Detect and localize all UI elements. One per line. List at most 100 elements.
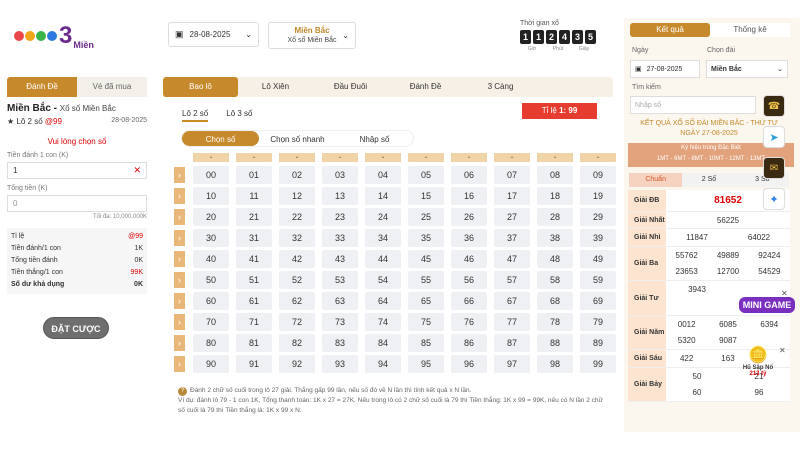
mini-game-widget[interactable]: MINI GAME — [739, 297, 795, 342]
result-date-input[interactable]: ▣ 27-08-2025 — [630, 60, 700, 78]
tab-bet-type[interactable]: Đầu Đuôi — [313, 77, 388, 97]
row-select-icon[interactable]: › — [174, 314, 185, 330]
column-select-icon[interactable]: ⌄ — [494, 153, 530, 162]
number-cell[interactable]: 92 — [279, 355, 315, 373]
row-select-icon[interactable]: › — [174, 251, 185, 267]
row-select-icon[interactable]: › — [174, 335, 185, 351]
number-cell[interactable]: 34 — [365, 229, 401, 247]
number-cell[interactable]: 01 — [236, 166, 272, 184]
place-bet-button[interactable]: ĐẶT CƯỢC — [43, 317, 109, 339]
number-cell[interactable]: 44 — [365, 250, 401, 268]
number-cell[interactable]: 33 — [322, 229, 358, 247]
number-cell[interactable]: 82 — [279, 334, 315, 352]
number-cell[interactable]: 81 — [236, 334, 272, 352]
number-cell[interactable]: 36 — [451, 229, 487, 247]
number-cell[interactable]: 73 — [322, 313, 358, 331]
number-cell[interactable]: 96 — [451, 355, 487, 373]
number-cell[interactable]: 25 — [408, 208, 444, 226]
number-cell[interactable]: 17 — [494, 187, 530, 205]
number-cell[interactable]: 91 — [236, 355, 272, 373]
number-cell[interactable]: 04 — [365, 166, 401, 184]
messenger-icon[interactable]: ✦ — [763, 188, 785, 210]
number-cell[interactable]: 23 — [322, 208, 358, 226]
number-cell[interactable]: 88 — [537, 334, 573, 352]
amount-input[interactable]: 1 ✕ — [7, 162, 147, 179]
number-cell[interactable]: 62 — [279, 292, 315, 310]
number-cell[interactable]: 98 — [537, 355, 573, 373]
column-select-icon[interactable]: ⌄ — [451, 153, 487, 162]
number-cell[interactable]: 90 — [193, 355, 229, 373]
number-cell[interactable]: 63 — [322, 292, 358, 310]
number-cell[interactable]: 97 — [494, 355, 530, 373]
tab-bet-type[interactable]: Lô Xiên — [238, 77, 313, 97]
number-cell[interactable]: 40 — [193, 250, 229, 268]
number-cell[interactable]: 67 — [494, 292, 530, 310]
row-select-icon[interactable]: › — [174, 272, 185, 288]
number-cell[interactable]: 66 — [451, 292, 487, 310]
number-cell[interactable]: 76 — [451, 313, 487, 331]
row-select-icon[interactable]: › — [174, 293, 185, 309]
number-cell[interactable]: 31 — [236, 229, 272, 247]
column-select-icon[interactable]: ⌄ — [193, 153, 229, 162]
search-input[interactable]: Nhập số — [630, 96, 756, 114]
number-cell[interactable]: 19 — [580, 187, 616, 205]
number-cell[interactable]: 13 — [322, 187, 358, 205]
number-cell[interactable]: 11 — [236, 187, 272, 205]
number-cell[interactable]: 94 — [365, 355, 401, 373]
number-cell[interactable]: 24 — [365, 208, 401, 226]
row-select-icon[interactable]: › — [174, 230, 185, 246]
mode-chuan[interactable]: Chuẩn — [629, 173, 683, 187]
number-cell[interactable]: 39 — [580, 229, 616, 247]
column-select-icon[interactable]: ⌄ — [322, 153, 358, 162]
number-cell[interactable]: 86 — [451, 334, 487, 352]
number-cell[interactable]: 80 — [193, 334, 229, 352]
mode-2-so[interactable]: 2 Số — [682, 173, 736, 187]
column-select-icon[interactable]: ⌄ — [537, 153, 573, 162]
region-select[interactable]: Miền Bắc Xổ số Miền Bắc ⌄ — [268, 22, 356, 49]
close-icon[interactable]: ✕ — [779, 346, 786, 355]
clear-icon[interactable]: ✕ — [133, 165, 141, 176]
row-select-icon[interactable]: › — [174, 188, 185, 204]
column-select-icon[interactable]: ⌄ — [279, 153, 315, 162]
mode-chon-so[interactable]: Chọn số — [182, 131, 259, 146]
support-icon[interactable]: ☎ — [763, 95, 785, 117]
number-cell[interactable]: 12 — [279, 187, 315, 205]
number-cell[interactable]: 61 — [236, 292, 272, 310]
number-cell[interactable]: 64 — [365, 292, 401, 310]
tab-bet-type[interactable]: 3 Càng — [463, 77, 538, 97]
number-cell[interactable]: 65 — [408, 292, 444, 310]
row-select-icon[interactable]: › — [174, 209, 185, 225]
number-cell[interactable]: 07 — [494, 166, 530, 184]
number-cell[interactable]: 49 — [580, 250, 616, 268]
number-cell[interactable]: 55 — [408, 271, 444, 289]
number-cell[interactable]: 35 — [408, 229, 444, 247]
number-cell[interactable]: 02 — [279, 166, 315, 184]
tab-lo-3-so[interactable]: Lô 3 số — [226, 109, 252, 122]
number-cell[interactable]: 18 — [537, 187, 573, 205]
number-cell[interactable]: 87 — [494, 334, 530, 352]
number-cell[interactable]: 72 — [279, 313, 315, 331]
number-cell[interactable]: 05 — [408, 166, 444, 184]
number-cell[interactable]: 26 — [451, 208, 487, 226]
tab-bet-type[interactable]: Đánh Đề — [388, 77, 463, 97]
number-cell[interactable]: 54 — [365, 271, 401, 289]
number-cell[interactable]: 00 — [193, 166, 229, 184]
column-select-icon[interactable]: ⌄ — [365, 153, 401, 162]
number-cell[interactable]: 57 — [494, 271, 530, 289]
number-cell[interactable]: 10 — [193, 187, 229, 205]
number-cell[interactable]: 16 — [451, 187, 487, 205]
number-cell[interactable]: 84 — [365, 334, 401, 352]
number-cell[interactable]: 27 — [494, 208, 530, 226]
number-cell[interactable]: 83 — [322, 334, 358, 352]
number-cell[interactable]: 50 — [193, 271, 229, 289]
number-cell[interactable]: 32 — [279, 229, 315, 247]
number-cell[interactable]: 70 — [193, 313, 229, 331]
number-cell[interactable]: 47 — [494, 250, 530, 268]
number-cell[interactable]: 41 — [236, 250, 272, 268]
number-cell[interactable]: 99 — [580, 355, 616, 373]
row-select-icon[interactable]: › — [174, 167, 185, 183]
gift-icon[interactable]: ✉ — [763, 157, 785, 179]
column-select-icon[interactable]: ⌄ — [580, 153, 616, 162]
number-cell[interactable]: 89 — [580, 334, 616, 352]
tab-ve-da-mua[interactable]: Vé đã mua — [77, 77, 147, 97]
